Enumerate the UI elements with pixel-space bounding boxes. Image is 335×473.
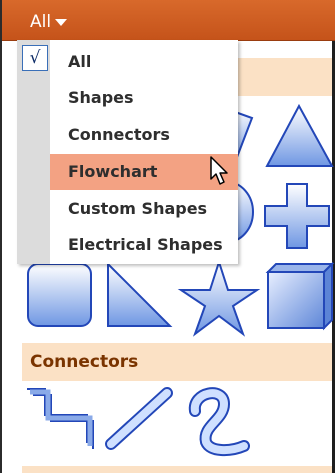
category-menu: √ All Shapes Connectors Flowchart Custom…: [17, 40, 238, 264]
section-title-connectors: Connectors: [30, 352, 139, 372]
menu-gutter: √: [17, 40, 50, 264]
triangle-shape[interactable]: [265, 103, 334, 167]
menu-item-all[interactable]: All: [50, 44, 238, 80]
plus-shape[interactable]: [264, 183, 330, 249]
shapes-panel: All Connectors √ All Shapes Connectors F…: [0, 0, 335, 473]
curved-connector-shape[interactable]: [188, 387, 250, 457]
menu-item-custom-shapes[interactable]: Custom Shapes: [50, 191, 238, 227]
menu-item-connectors[interactable]: Connectors: [50, 117, 238, 153]
rounded-rectangle-shape[interactable]: [27, 263, 92, 327]
cube-shape[interactable]: [265, 261, 335, 331]
menu-item-shapes[interactable]: Shapes: [50, 80, 238, 116]
section-header-connectors: Connectors: [22, 343, 332, 381]
right-triangle-shape[interactable]: [107, 261, 173, 327]
checkmark-icon: √: [22, 45, 48, 71]
mouse-cursor-icon: [210, 156, 228, 185]
star-shape[interactable]: [177, 258, 261, 337]
straight-connector-shape[interactable]: [105, 387, 173, 450]
menu-item-electrical-shapes[interactable]: Electrical Shapes: [50, 227, 238, 263]
